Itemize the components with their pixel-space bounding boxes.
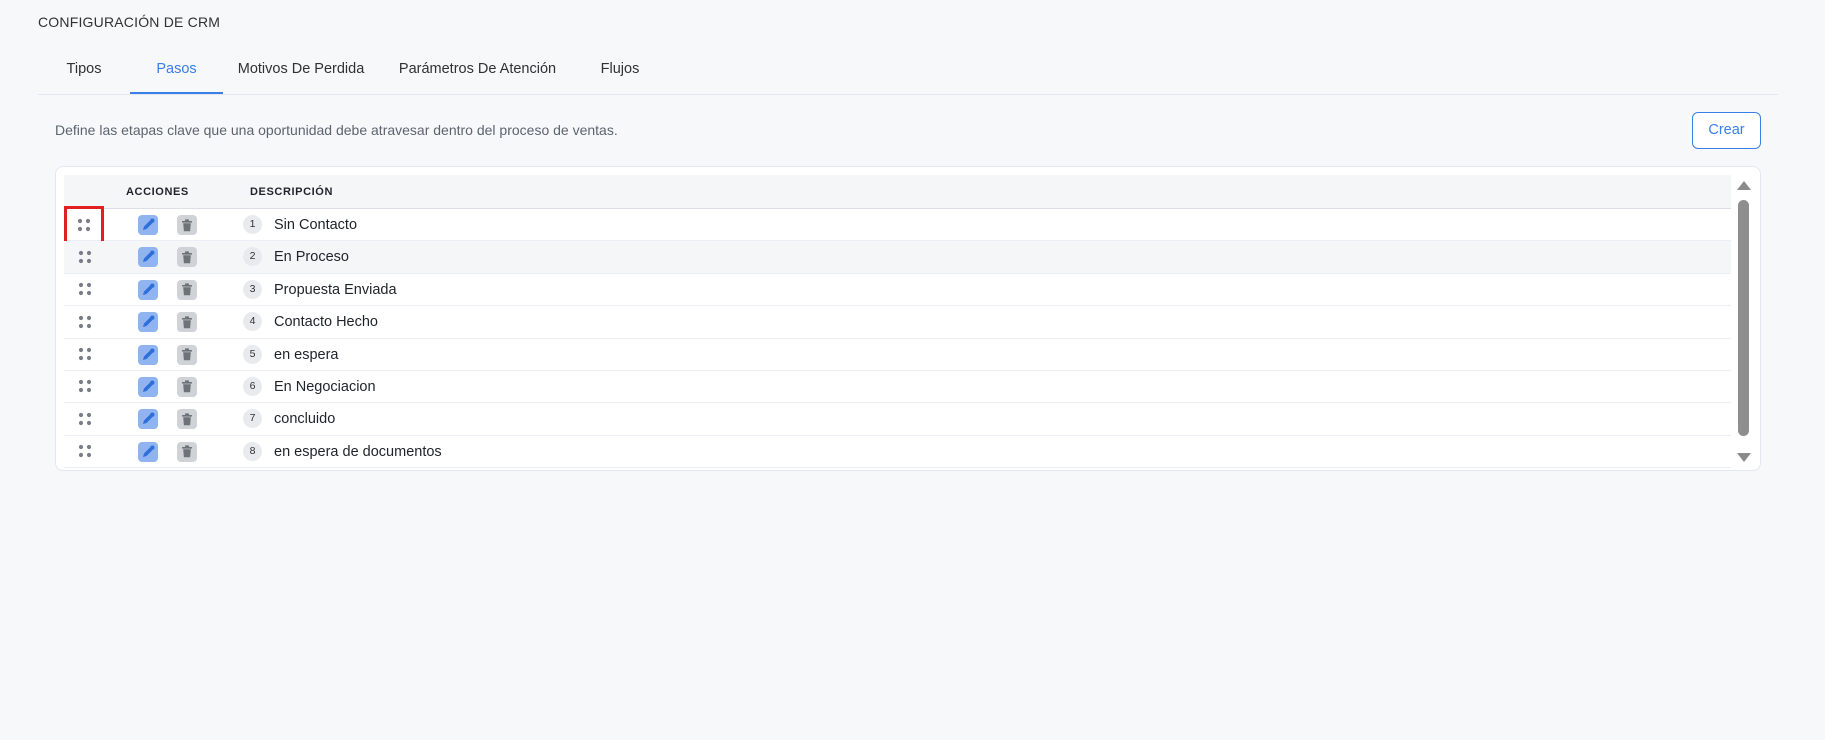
step-label: en espera — [274, 346, 339, 363]
drag-handle-icon[interactable] — [64, 206, 104, 244]
step-label: Contacto Hecho — [274, 314, 378, 331]
step-label: En Negociacion — [274, 378, 376, 395]
page-title: CONFIGURACIÓN DE CRM — [38, 14, 221, 30]
create-button[interactable]: Crear — [1692, 112, 1761, 149]
trash-icon[interactable] — [177, 409, 197, 430]
table-row[interactable]: 7 concluido — [64, 403, 1731, 436]
step-label: Propuesta Enviada — [274, 281, 397, 298]
trash-icon[interactable] — [177, 279, 197, 300]
tab-bar: Tipos Pasos Motivos De Perdida Parámetro… — [38, 52, 1778, 95]
drag-handle-icon[interactable] — [64, 371, 106, 402]
triangle-up-icon[interactable] — [1737, 181, 1751, 190]
drag-handle-icon[interactable] — [64, 339, 106, 370]
trash-icon[interactable] — [177, 312, 197, 333]
pencil-icon[interactable] — [138, 441, 158, 462]
pencil-icon[interactable] — [138, 409, 158, 430]
pencil-icon[interactable] — [138, 247, 158, 268]
table-row[interactable]: 1 Sin Contacto — [64, 206, 1731, 244]
pencil-icon[interactable] — [138, 344, 158, 365]
step-label: En Proceso — [274, 249, 349, 266]
table-row[interactable]: 3 Propuesta Enviada — [64, 273, 1731, 307]
trash-icon[interactable] — [177, 376, 197, 397]
table-row[interactable]: 2 En Proceso — [64, 241, 1731, 274]
step-order-badge: 3 — [243, 279, 262, 299]
drag-handle-icon[interactable] — [64, 274, 106, 305]
column-header-description: DESCRIPCIÓN — [250, 186, 333, 198]
trash-icon[interactable] — [177, 247, 197, 268]
trash-icon[interactable] — [177, 441, 197, 462]
scroll-thumb[interactable] — [1738, 200, 1749, 436]
column-header-actions: ACCIONES — [126, 186, 189, 198]
table-row[interactable]: 5 en espera — [64, 338, 1731, 371]
triangle-down-icon[interactable] — [1737, 453, 1751, 462]
step-label: en espera de documentos — [274, 443, 442, 460]
step-order-badge: 8 — [243, 441, 262, 461]
vertical-scrollbar[interactable] — [1734, 175, 1754, 465]
step-label: concluido — [274, 411, 336, 428]
tab-parametros-de-atencion[interactable]: Parámetros De Atención — [390, 52, 565, 94]
trash-icon[interactable] — [177, 215, 197, 235]
tab-tipos[interactable]: Tipos — [38, 52, 130, 94]
drag-handle-icon[interactable] — [64, 306, 106, 337]
table-row[interactable]: 8 en espera de documentos — [64, 435, 1731, 469]
drag-handle-icon[interactable] — [64, 241, 106, 272]
table-row[interactable]: 4 Contacto Hecho — [64, 306, 1731, 339]
table-body: 1 Sin Contacto 2 En Proceso 3 Propuesta Envia… — [64, 206, 1731, 469]
step-order-badge: 5 — [243, 344, 262, 364]
steps-table: ACCIONES DESCRIPCIÓN 1 Sin Contacto 2 En Pr… — [55, 166, 1761, 471]
table-header: ACCIONES DESCRIPCIÓN — [64, 175, 1731, 209]
tab-pasos[interactable]: Pasos — [130, 52, 223, 94]
tab-motivos-de-perdida[interactable]: Motivos De Perdida — [230, 52, 372, 94]
drag-handle-icon[interactable] — [64, 403, 106, 434]
step-order-badge: 2 — [243, 247, 262, 267]
section-description: Define las etapas clave que una oportuni… — [55, 122, 618, 138]
trash-icon[interactable] — [177, 344, 197, 365]
step-order-badge: 6 — [243, 376, 262, 396]
step-order-badge: 7 — [243, 409, 262, 429]
tab-flujos[interactable]: Flujos — [590, 52, 650, 94]
step-label: Sin Contacto — [274, 217, 358, 233]
pencil-icon[interactable] — [138, 376, 158, 397]
drag-handle-icon[interactable] — [64, 436, 106, 467]
table-row[interactable]: 6 En Negociacion — [64, 370, 1731, 404]
pencil-icon[interactable] — [138, 215, 158, 235]
pencil-icon[interactable] — [138, 312, 158, 333]
step-order-badge: 4 — [243, 312, 262, 332]
step-order-badge: 1 — [243, 215, 262, 234]
pencil-icon[interactable] — [138, 279, 158, 300]
